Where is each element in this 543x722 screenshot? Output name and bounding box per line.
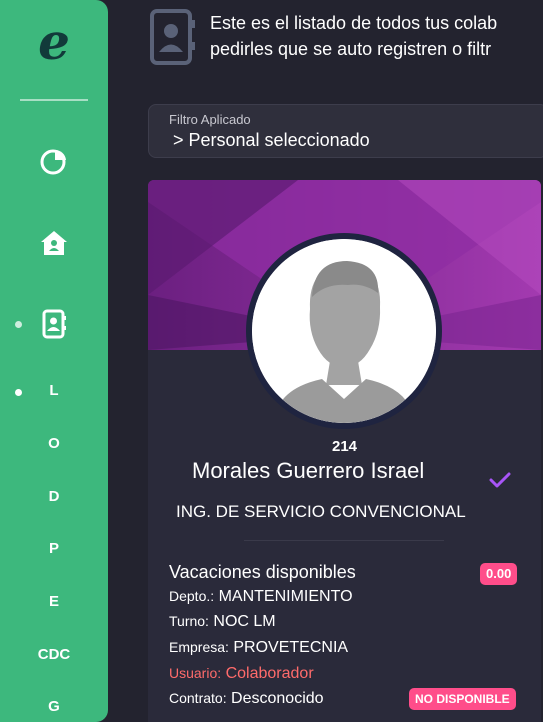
sidebar-item-d[interactable]: D [30, 488, 78, 505]
turno-label: Turno: [169, 613, 209, 629]
sidebar-item-l[interactable]: L [30, 382, 78, 399]
contacts-header-icon [148, 8, 198, 66]
pie-chart-icon[interactable] [38, 145, 70, 177]
card-divider [244, 540, 444, 541]
description-line-1: Este es el listado de todos tus colab [210, 13, 498, 33]
contrato-row: Contrato: Desconocido [169, 690, 324, 708]
turno-row: Turno: NOC LM [169, 613, 276, 631]
sidebar-item-cdc[interactable]: CDC [30, 646, 78, 663]
page-description: Este es el listado de todos tus colab pe… [210, 10, 543, 62]
nav-indicator-dot [15, 321, 22, 328]
verified-check-icon [489, 471, 511, 489]
sidebar-item-o[interactable]: O [30, 435, 78, 452]
employee-card[interactable]: 214 Morales Guerrero Israel ING. DE SERV… [148, 180, 541, 722]
sidebar-divider [20, 99, 88, 101]
vacations-badge: 0.00 [480, 563, 518, 585]
sidebar-item-e[interactable]: E [30, 593, 78, 610]
employee-number: 214 [331, 438, 358, 455]
filter-value[interactable]: > Personal seleccionado [173, 130, 370, 151]
sidebar-item-p[interactable]: P [30, 540, 78, 557]
filter-label: Filtro Aplicado [169, 112, 251, 127]
description-line-2: pedirles que se auto registren o filtr [210, 39, 492, 59]
sidebar: e L O D P E CDC G [0, 0, 108, 722]
empresa-value: PROVETECNIA [233, 639, 349, 656]
contrato-value: Desconocido [231, 690, 324, 707]
contrato-label: Contrato: [169, 690, 227, 706]
depto-value: MANTENIMIENTO [218, 588, 353, 605]
nav-active-dot [15, 389, 22, 396]
empresa-label: Empresa: [169, 639, 229, 655]
usuario-row: Usuario: Colaborador [169, 665, 314, 683]
main-content: Este es el listado de todos tus colab pe… [108, 0, 543, 722]
contacts-icon[interactable] [38, 308, 70, 340]
avatar [246, 233, 442, 429]
vacations-label: Vacaciones disponibles [169, 562, 356, 582]
applied-filter[interactable]: Filtro Aplicado > Personal seleccionado [148, 104, 543, 158]
app-logo[interactable]: e [30, 14, 78, 70]
depto-label: Depto.: [169, 588, 215, 604]
home-icon[interactable] [38, 227, 70, 259]
turno-value: NOC LM [213, 613, 276, 630]
empresa-row: Empresa: PROVETECNIA [169, 639, 348, 657]
sidebar-item-g[interactable]: G [30, 698, 78, 715]
employee-role: ING. DE SERVICIO CONVENCIONAL [176, 502, 466, 521]
status-badge: NO DISPONIBLE [409, 688, 516, 710]
avatar-placeholder [252, 239, 436, 423]
employee-name: Morales Guerrero Israel [192, 458, 425, 483]
depto-row: Depto.: MANTENIMIENTO [169, 588, 353, 606]
usuario-label: Usuario: [169, 665, 222, 681]
usuario-value: Colaborador [225, 665, 314, 682]
